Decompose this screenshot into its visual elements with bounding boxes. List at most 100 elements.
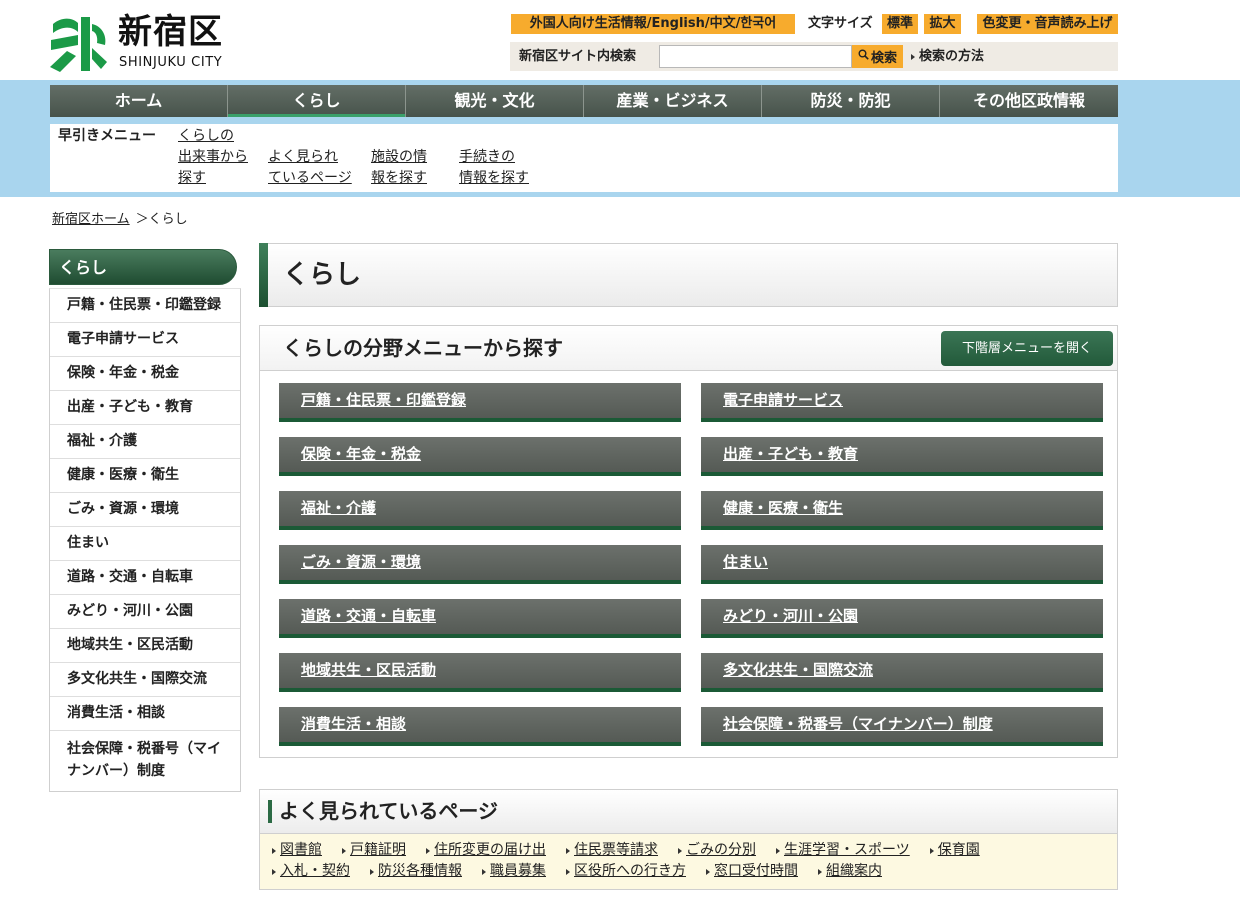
shinjuku-emblem-icon[interactable] bbox=[48, 15, 108, 73]
category-tile[interactable]: ごみ・資源・環境 bbox=[279, 545, 681, 584]
site-name-japanese[interactable]: 新宿区 bbox=[118, 12, 223, 52]
quick-link-life-events[interactable]: くらしの 出来事から 探す bbox=[178, 126, 248, 189]
popular-link-item: ごみの分別 bbox=[678, 840, 756, 861]
sidebar-item[interactable]: 出産・子ども・教育 bbox=[50, 391, 240, 425]
popular-pages-header: よく見られているページ bbox=[259, 789, 1118, 834]
popular-link-item: 戸籍証明 bbox=[342, 840, 406, 861]
popular-link[interactable]: 職員募集 bbox=[490, 861, 546, 882]
quick-link-line[interactable]: 情報を探す bbox=[459, 168, 529, 189]
search-input[interactable] bbox=[659, 45, 852, 68]
category-tile[interactable]: 健康・医療・衛生 bbox=[701, 491, 1103, 530]
quick-link-popular-pages[interactable]: よく見られ ているページ bbox=[268, 147, 352, 189]
title-accent-bar bbox=[259, 243, 268, 307]
sidebar-item[interactable]: 道路・交通・自転車 bbox=[50, 561, 240, 595]
sidebar-title[interactable]: くらし bbox=[49, 249, 237, 285]
triangle-right-icon bbox=[706, 868, 710, 875]
popular-link[interactable]: 防災各種情報 bbox=[378, 861, 462, 882]
category-tile[interactable]: 福祉・介護 bbox=[279, 491, 681, 530]
quick-link-facilities[interactable]: 施設の情 報を探す bbox=[371, 147, 427, 189]
category-menu-header: くらしの分野メニューから探す 下階層メニューを開く bbox=[260, 326, 1117, 371]
sidebar-item[interactable]: 地域共生・区民活動 bbox=[50, 629, 240, 663]
category-tile[interactable]: 多文化共生・国際交流 bbox=[701, 653, 1103, 692]
popular-link-item: 区役所への行き方 bbox=[566, 861, 686, 882]
popular-link[interactable]: 入札・契約 bbox=[280, 861, 350, 882]
foreign-language-link[interactable]: 外国人向け生活情報/English/中文/한국어 bbox=[511, 14, 795, 34]
popular-link-item: 入札・契約 bbox=[272, 861, 350, 882]
popular-links-row: 入札・契約 防災各種情報 職員募集 区役所への行き方 窓口受付時間 組織案内 bbox=[272, 861, 1117, 882]
category-tile[interactable]: 消費生活・相談 bbox=[279, 707, 681, 746]
font-size-large-button[interactable]: 拡大 bbox=[924, 14, 961, 34]
sidebar-item[interactable]: 多文化共生・国際交流 bbox=[50, 663, 240, 697]
font-size-standard-button[interactable]: 標準 bbox=[882, 14, 918, 34]
triangle-right-icon bbox=[370, 868, 374, 875]
breadcrumb-home-link[interactable]: 新宿区ホーム bbox=[52, 212, 130, 227]
sidebar-item[interactable]: 福祉・介護 bbox=[50, 425, 240, 459]
sidebar-item[interactable]: ごみ・資源・環境 bbox=[50, 493, 240, 527]
color-and-voice-button[interactable]: 色変更・音声読み上げ bbox=[977, 14, 1118, 34]
quick-link-procedures[interactable]: 手続きの 情報を探す bbox=[459, 147, 529, 189]
popular-link[interactable]: 図書館 bbox=[280, 840, 322, 861]
quick-link-line[interactable]: ているページ bbox=[268, 168, 352, 189]
search-help-link[interactable]: 検索の方法 bbox=[911, 42, 984, 71]
popular-link[interactable]: 生涯学習・スポーツ bbox=[784, 840, 910, 861]
nav-item-tourism-culture[interactable]: 観光・文化 bbox=[406, 85, 584, 117]
triangle-right-icon bbox=[929, 847, 934, 854]
popular-link-item: 防災各種情報 bbox=[370, 861, 462, 882]
popular-link-item: 生涯学習・スポーツ bbox=[776, 840, 910, 861]
quick-link-line[interactable]: 施設の情 bbox=[371, 147, 427, 168]
category-tile[interactable]: 道路・交通・自転車 bbox=[279, 599, 681, 638]
nav-item-industry-business[interactable]: 産業・ビジネス bbox=[584, 85, 762, 117]
category-tile[interactable]: 住まい bbox=[701, 545, 1103, 584]
quick-link-line[interactable]: よく見られ bbox=[268, 147, 352, 168]
popular-link[interactable]: 住民票等請求 bbox=[574, 840, 658, 861]
sidebar-item[interactable]: 電子申請サービス bbox=[50, 323, 240, 357]
search-button-label[interactable]: 検索 bbox=[871, 47, 897, 66]
expand-submenu-button[interactable]: 下階層メニューを開く bbox=[941, 331, 1113, 366]
popular-link[interactable]: ごみの分別 bbox=[686, 840, 756, 861]
quick-link-line[interactable]: 手続きの bbox=[459, 147, 529, 168]
sidebar-item[interactable]: 保険・年金・税金 bbox=[50, 357, 240, 391]
sidebar-item[interactable]: みどり・河川・公園 bbox=[50, 595, 240, 629]
quick-menu: 早引きメニュー くらしの 出来事から 探す よく見られ ているページ 施設の情 … bbox=[50, 124, 1118, 192]
category-tile[interactable]: 地域共生・区民活動 bbox=[279, 653, 681, 692]
popular-link[interactable]: 保育園 bbox=[938, 840, 980, 861]
quick-link-line[interactable]: 探す bbox=[178, 168, 248, 189]
category-menu-title: くらしの分野メニューから探す bbox=[283, 336, 563, 360]
category-menu-section: くらしの分野メニューから探す 下階層メニューを開く 戸籍・住民票・印鑑登録 電子… bbox=[259, 325, 1118, 758]
popular-link[interactable]: 窓口受付時間 bbox=[714, 861, 798, 882]
category-tile[interactable]: 保険・年金・税金 bbox=[279, 437, 681, 476]
triangle-right-icon bbox=[566, 868, 570, 875]
nav-item-other-admin[interactable]: その他区政情報 bbox=[940, 85, 1118, 117]
popular-link[interactable]: 組織案内 bbox=[826, 861, 882, 882]
popular-link[interactable]: 戸籍証明 bbox=[350, 840, 406, 861]
quick-link-line[interactable]: くらしの bbox=[178, 126, 248, 147]
category-tile[interactable]: 出産・子ども・教育 bbox=[701, 437, 1103, 476]
popular-link-item: 住所変更の届け出 bbox=[426, 840, 546, 861]
nav-item-kurashi[interactable]: くらし bbox=[228, 85, 406, 117]
quick-link-line[interactable]: 報を探す bbox=[371, 168, 427, 189]
popular-links-row: 図書館 戸籍証明 住所変更の届け出 住民票等請求 ごみの分別 生涯学習・スポーツ… bbox=[272, 840, 1117, 861]
category-tile[interactable]: みどり・河川・公園 bbox=[701, 599, 1103, 638]
triangle-right-icon bbox=[482, 868, 486, 875]
category-tile[interactable]: 社会保障・税番号（マイナンバー）制度 bbox=[701, 707, 1103, 746]
nav-item-home[interactable]: ホーム bbox=[50, 85, 228, 117]
sidebar-item[interactable]: 戸籍・住民票・印鑑登録 bbox=[50, 289, 240, 323]
breadcrumb: 新宿区ホーム ＞くらし bbox=[52, 211, 188, 229]
nav-item-disaster-crime[interactable]: 防災・防犯 bbox=[762, 85, 940, 117]
search-help-label[interactable]: 検索の方法 bbox=[919, 42, 984, 71]
search-label: 新宿区サイト内検索 bbox=[519, 49, 637, 64]
breadcrumb-current: くらし bbox=[148, 212, 188, 227]
page-title: くらし bbox=[283, 260, 362, 290]
search-button[interactable]: 検索 bbox=[852, 45, 903, 68]
sidebar-item[interactable]: 住まい bbox=[50, 527, 240, 561]
popular-link[interactable]: 住所変更の届け出 bbox=[434, 840, 546, 861]
sidebar-item[interactable]: 社会保障・税番号（マイナンバー）制度 bbox=[50, 731, 240, 791]
popular-link[interactable]: 区役所への行き方 bbox=[574, 861, 686, 882]
site-name-english[interactable]: SHINJUKU CITY bbox=[119, 55, 222, 71]
sidebar-item[interactable]: 健康・医療・衛生 bbox=[50, 459, 240, 493]
category-tile[interactable]: 戸籍・住民票・印鑑登録 bbox=[279, 383, 681, 422]
font-size-label: 文字サイズ bbox=[808, 16, 873, 31]
sidebar-item[interactable]: 消費生活・相談 bbox=[50, 697, 240, 731]
quick-link-line[interactable]: 出来事から bbox=[178, 147, 248, 168]
category-tile[interactable]: 電子申請サービス bbox=[701, 383, 1103, 422]
